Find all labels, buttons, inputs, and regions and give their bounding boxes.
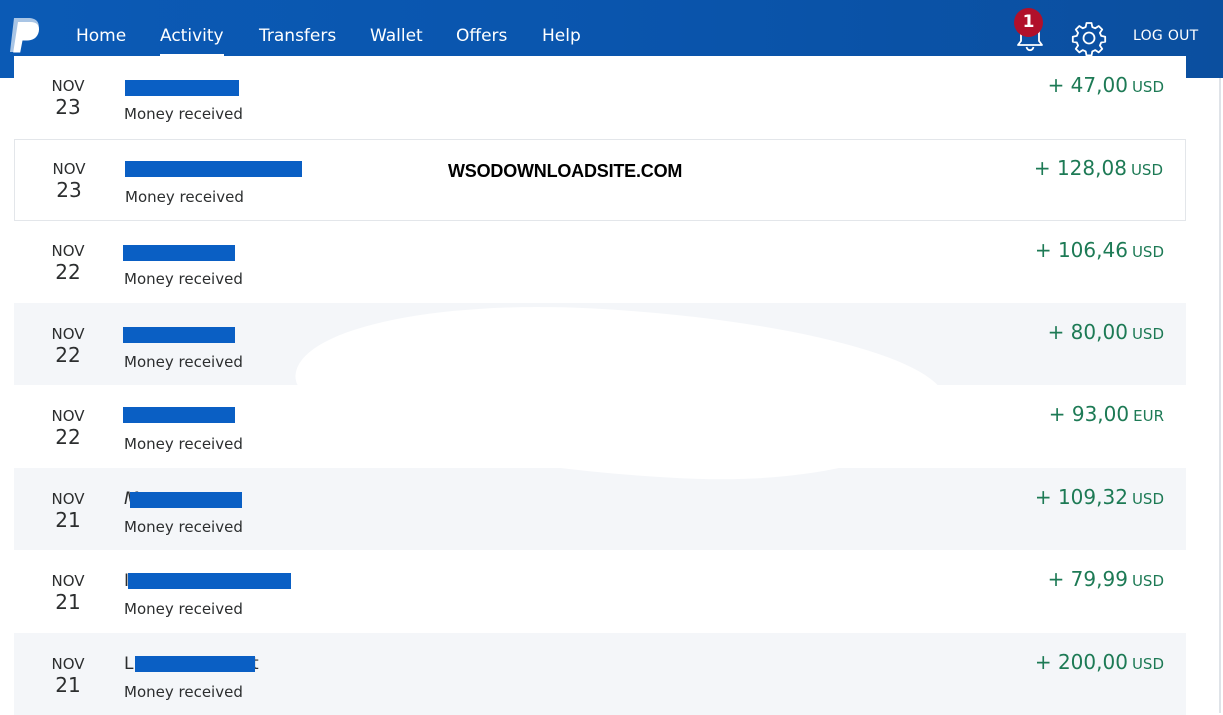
- amount-currency: EUR: [1133, 407, 1164, 425]
- amount-value: + 106,46: [1034, 238, 1128, 262]
- date-month: NOV: [51, 407, 85, 425]
- amount-value: + 80,00: [1047, 320, 1128, 344]
- transaction-date: NOV 21: [34, 490, 102, 532]
- transaction-description: Money received: [124, 105, 243, 123]
- transaction-date: NOV 23: [35, 160, 103, 202]
- date-month: NOV: [51, 325, 85, 343]
- amount-value: + 109,32: [1034, 485, 1128, 509]
- transaction-row[interactable]: NOV 21 M Money received + 109,32USD: [14, 468, 1186, 550]
- date-month: NOV: [52, 160, 86, 178]
- transaction-amount: + 128,08 USD: [1034, 154, 1163, 184]
- redacted-name: [125, 80, 239, 96]
- transaction-amount: + 47,00 USD: [1048, 71, 1164, 101]
- transaction-description: Money received: [124, 683, 243, 701]
- redacted-name: [128, 573, 291, 589]
- amount-value: + 200,00: [1034, 650, 1128, 674]
- transaction-description: Money received: [125, 188, 244, 206]
- redacted-name: [125, 161, 302, 177]
- transaction-date: NOV 22: [34, 407, 102, 449]
- date-month: NOV: [51, 490, 85, 508]
- amount-currency: USD: [1131, 325, 1164, 343]
- date-day: 22: [55, 343, 81, 367]
- transaction-amount: + 79,99 USD: [1048, 565, 1164, 595]
- transaction-amount: + 109,32 USD: [1035, 483, 1164, 513]
- date-day: 23: [56, 178, 82, 202]
- transaction-description: Money received: [124, 353, 243, 371]
- transaction-amount: + 93,00 EUR: [1049, 400, 1164, 430]
- amount-currency: USD: [1131, 572, 1164, 590]
- date-day: 21: [55, 590, 81, 614]
- amount-currency: USD: [1130, 161, 1163, 179]
- date-month: NOV: [51, 242, 85, 260]
- date-month: NOV: [51, 77, 85, 95]
- transaction-row[interactable]: NOV 22 Money received + 106,46 USD: [14, 221, 1186, 303]
- redacted-name: [130, 492, 242, 508]
- date-day: 22: [55, 260, 81, 284]
- transaction-date: NOV 23: [34, 77, 102, 119]
- transaction-description: Money received: [124, 435, 243, 453]
- redacted-name: [123, 407, 235, 423]
- transaction-row[interactable]: NOV 23 Money received + 47,00 USD: [14, 56, 1186, 138]
- transaction-description: Money received: [124, 518, 243, 536]
- date-day: 21: [55, 508, 81, 532]
- transaction-row[interactable]: NOV 21 I a Money received + 79,99USD: [14, 550, 1186, 632]
- date-day: 23: [55, 95, 81, 119]
- watermark-text: WSODOWNLOADSITE.COM: [448, 161, 683, 181]
- amount-currency: USD: [1131, 243, 1164, 261]
- transaction-date: NOV 22: [34, 242, 102, 284]
- redacted-name: [123, 245, 235, 261]
- date-month: NOV: [51, 572, 85, 590]
- activity-list: NOV 23 Money received + 47,00 USD NOV 23 …: [0, 0, 1223, 715]
- amount-value: + 128,08: [1033, 156, 1127, 180]
- date-day: 21: [55, 673, 81, 697]
- amount-value: + 93,00: [1048, 402, 1130, 426]
- redacted-name: [135, 656, 255, 672]
- amount-currency: USD: [1131, 78, 1164, 96]
- transaction-description: Money received: [124, 600, 243, 618]
- transaction-amount: + 106,46 USD: [1035, 236, 1164, 266]
- amount-currency: USD: [1131, 655, 1164, 673]
- date-month: NOV: [51, 655, 85, 673]
- redacted-name: [123, 327, 235, 343]
- amount-currency: USD: [1131, 490, 1164, 508]
- transaction-date: NOV 22: [34, 325, 102, 367]
- transaction-amount: + 80,00 USD: [1048, 318, 1164, 348]
- transaction-row[interactable]: NOV 21 L et Money received + 200,00USD: [14, 633, 1186, 715]
- date-day: 22: [55, 425, 81, 449]
- transaction-description: Money received: [124, 270, 243, 288]
- transaction-date: NOV 21: [34, 572, 102, 614]
- transaction-amount: + 200,00 USD: [1035, 648, 1164, 678]
- transaction-date: NOV 21: [34, 655, 102, 697]
- amount-value: + 47,00: [1047, 73, 1128, 97]
- amount-value: + 79,99: [1047, 567, 1128, 591]
